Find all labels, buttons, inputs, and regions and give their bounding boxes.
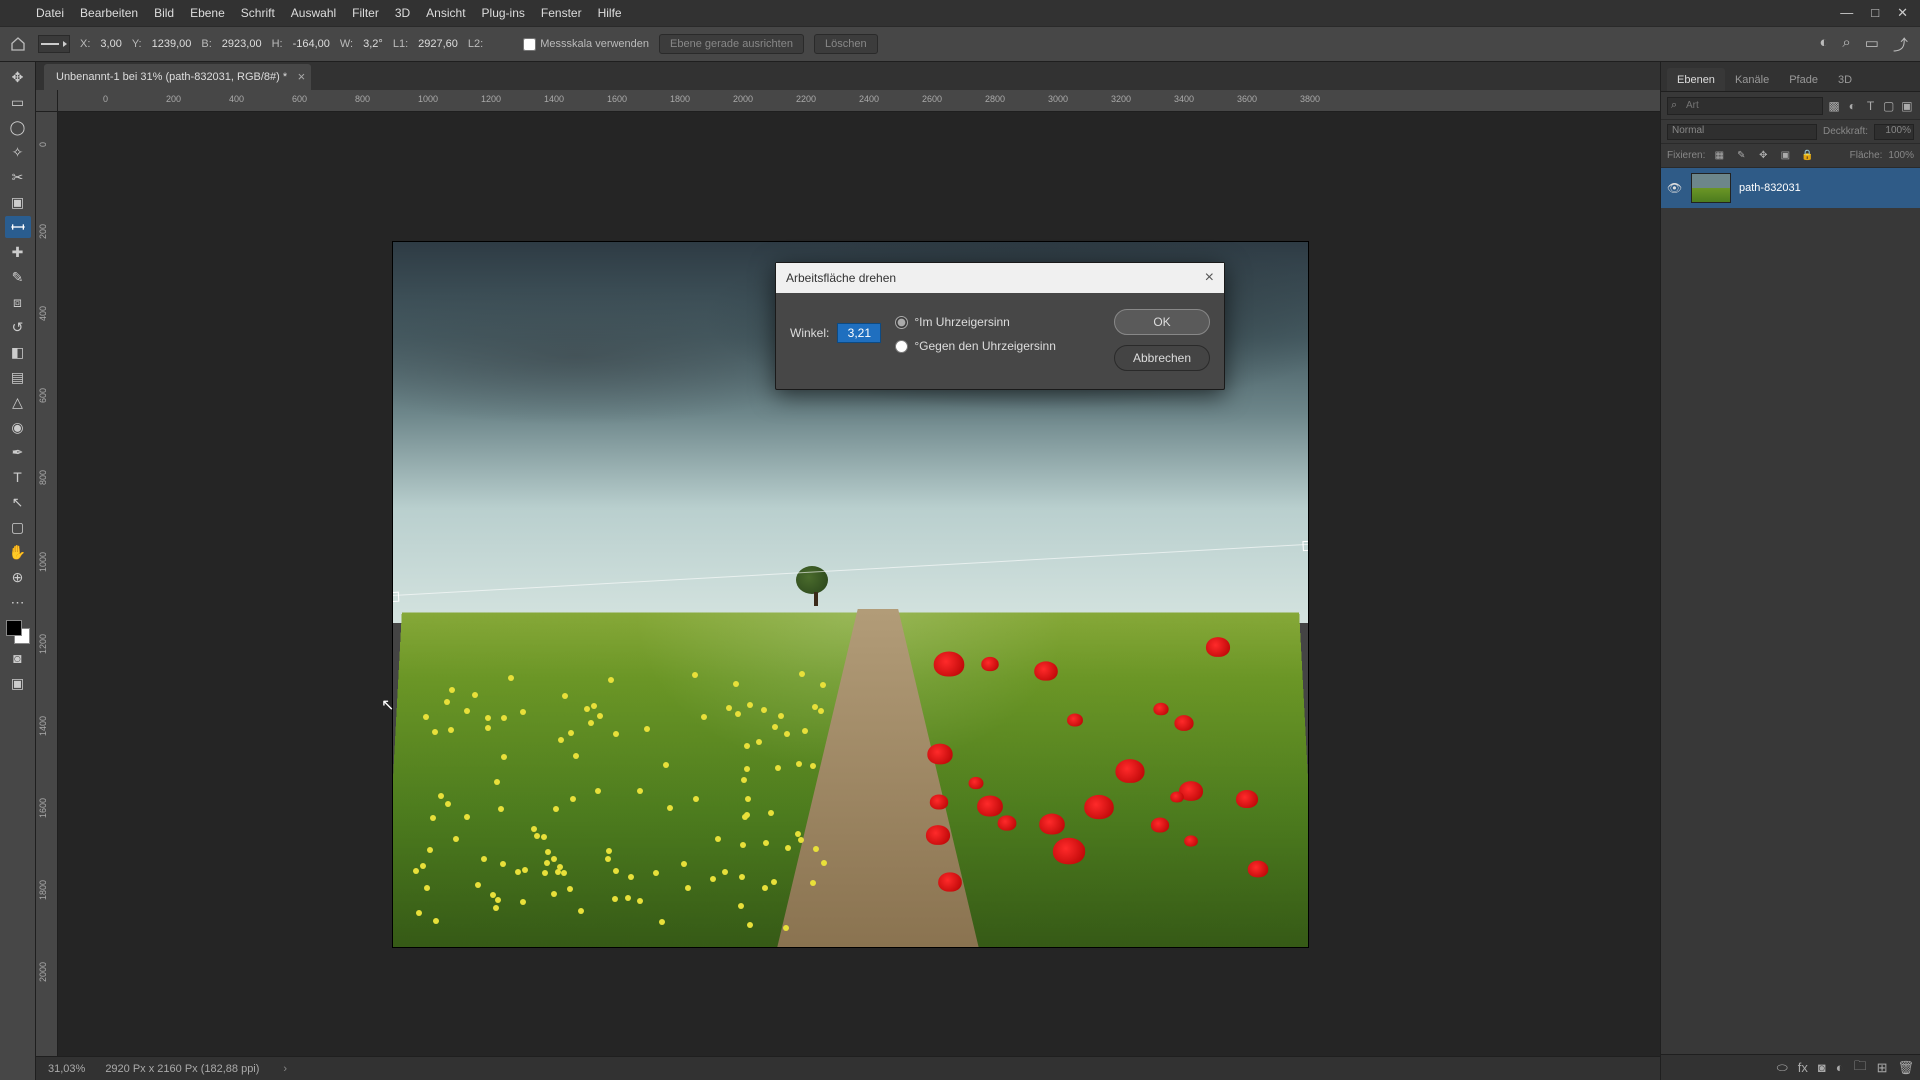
dialog-body: Winkel: °Im Uhrzeigersinn °Gegen den Uhr… bbox=[776, 293, 1224, 389]
radio-ccw-input[interactable] bbox=[895, 340, 908, 353]
dialog-titlebar[interactable]: Arbeitsfläche drehen × bbox=[776, 263, 1224, 293]
radio-cw[interactable]: °Im Uhrzeigersinn bbox=[895, 315, 1056, 329]
dialog-backdrop: Arbeitsfläche drehen × Winkel: °Im Uhrze… bbox=[0, 0, 1920, 1080]
dialog-buttons: OK Abbrechen bbox=[1114, 309, 1210, 371]
dialog-title: Arbeitsfläche drehen bbox=[786, 271, 896, 285]
cancel-button[interactable]: Abbrechen bbox=[1114, 345, 1210, 371]
angle-input[interactable] bbox=[837, 323, 881, 343]
dialog-close-icon[interactable]: × bbox=[1205, 269, 1214, 287]
rotate-canvas-dialog: Arbeitsfläche drehen × Winkel: °Im Uhrze… bbox=[775, 262, 1225, 390]
radio-ccw-label: °Gegen den Uhrzeigersinn bbox=[914, 339, 1056, 353]
dialog-angle-group: Winkel: bbox=[790, 309, 881, 343]
ok-button[interactable]: OK bbox=[1114, 309, 1210, 335]
radio-cw-input[interactable] bbox=[895, 316, 908, 329]
dialog-direction-group: °Im Uhrzeigersinn °Gegen den Uhrzeigersi… bbox=[895, 309, 1056, 353]
radio-cw-label: °Im Uhrzeigersinn bbox=[914, 315, 1010, 329]
radio-ccw[interactable]: °Gegen den Uhrzeigersinn bbox=[895, 339, 1056, 353]
angle-label: Winkel: bbox=[790, 326, 829, 340]
